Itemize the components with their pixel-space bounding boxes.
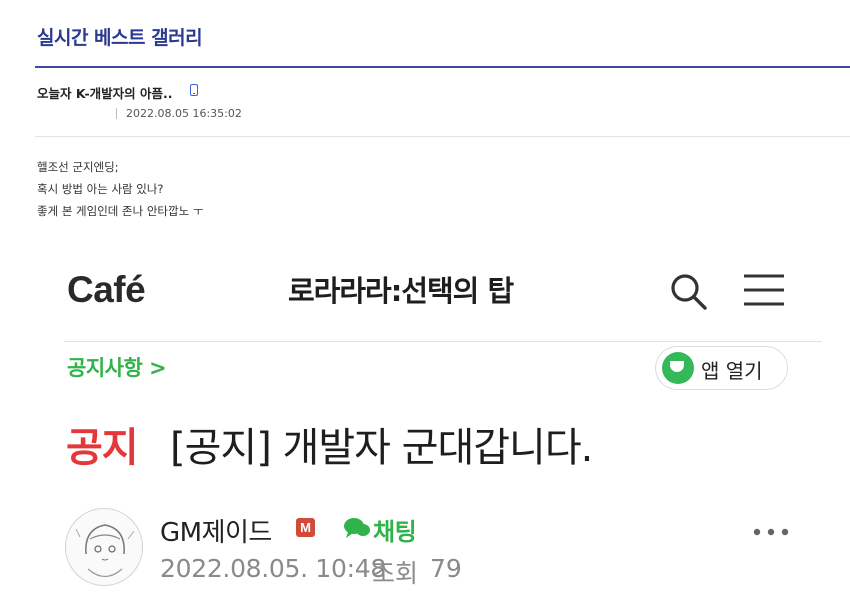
- mobile-icon: [190, 84, 198, 96]
- avatar-sketch: [75, 524, 135, 578]
- cafe-divider: [64, 341, 822, 342]
- notice-board-link: 공지사항 >: [67, 356, 167, 380]
- post-body-line: 혹시 방법 아는 사람 있나?: [37, 182, 164, 196]
- post-date: 2022.08.05 16:35:02: [126, 107, 242, 120]
- post-title: 오늘자 K-개발자의 아픔..: [37, 86, 173, 101]
- post-body-line: 헬조선 군지엔딩;: [37, 160, 119, 174]
- app-open-label: 앱 열기: [701, 359, 763, 383]
- manager-badge: M: [296, 518, 315, 537]
- meta-divider: [116, 108, 117, 119]
- app-open-icon: [662, 352, 694, 384]
- cafe-post-date: 2022.08.05. 10:48: [160, 554, 386, 583]
- author-name: GM제이드: [160, 518, 272, 548]
- title-divider: [35, 66, 850, 68]
- views-count: 79: [430, 554, 462, 583]
- chat-icon: [344, 518, 370, 538]
- notice-title: [공지] 개발자 군대갑니다.: [170, 425, 593, 471]
- notice-tag: 공지: [66, 425, 139, 471]
- search-icon: [671, 274, 707, 310]
- meta-divider-line: [35, 136, 850, 137]
- avatar: [65, 508, 143, 586]
- more-icon: [753, 528, 789, 536]
- views-label: 조회: [372, 559, 419, 588]
- gallery-title[interactable]: 실시간 베스트 갤러리: [37, 23, 203, 50]
- cafe-name: 로라라라:선택의 탑: [288, 274, 514, 308]
- cafe-logo: Café: [67, 269, 146, 310]
- post-body-line: 좋게 본 게임인데 존나 안타깝노 ㅜ: [37, 204, 204, 218]
- chat-label: 채팅: [373, 518, 417, 546]
- menu-icon: [744, 274, 784, 306]
